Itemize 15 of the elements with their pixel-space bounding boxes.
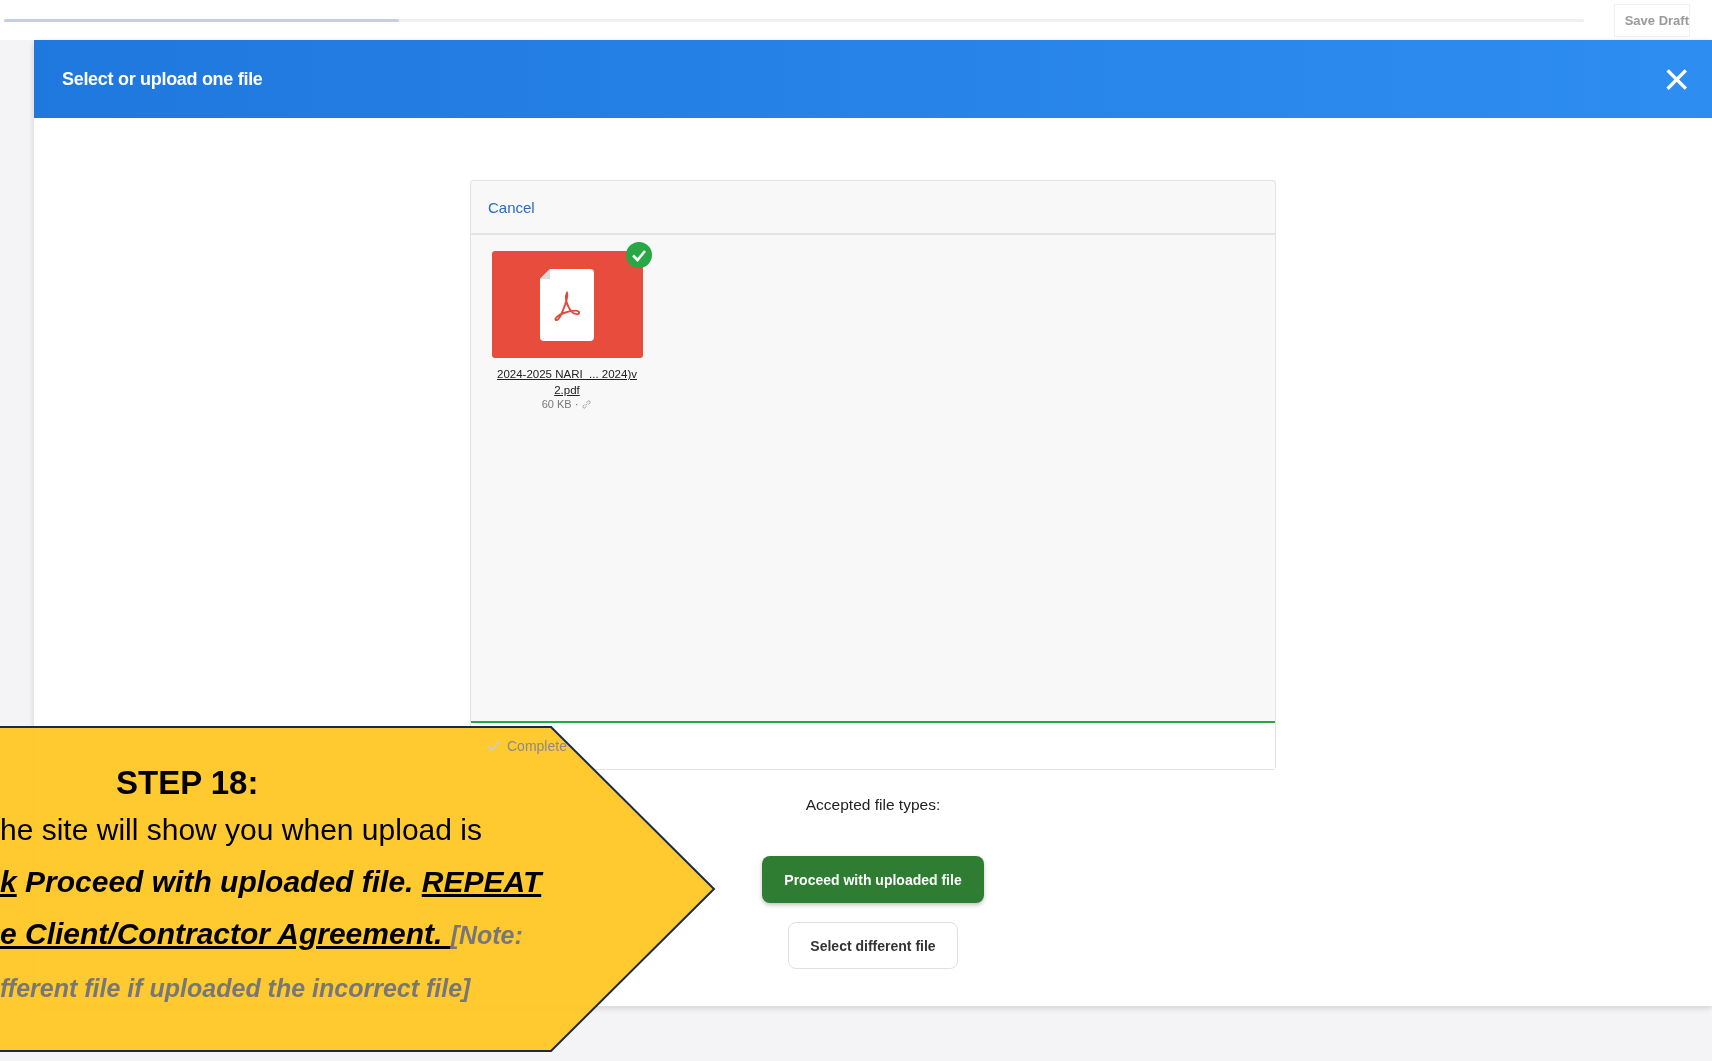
file-name-link[interactable]: 2024-2025 NARI_... 2024)v 2.pdf xyxy=(491,366,643,398)
file-size: 60 KB · xyxy=(541,398,579,410)
proceed-button[interactable]: Proceed with uploaded file xyxy=(762,856,984,903)
callout-text: he site will show you when upload is k Proceed with uploaded file. REPEAT e Client/Contractor Agreement. [Note: fferent file if uploaded the incorrect file] xyxy=(0,812,542,1004)
pdf-thumbnail[interactable] xyxy=(491,251,643,358)
callout-heading: STEP 18: xyxy=(116,764,259,802)
check-icon xyxy=(487,740,501,752)
close-button[interactable]: × xyxy=(1663,59,1690,99)
link-icon[interactable] xyxy=(581,398,593,410)
dialog-title: Select or upload one file xyxy=(62,68,263,90)
accepted-types-label: Accepted file types: xyxy=(805,796,941,814)
pdf-document-icon xyxy=(540,268,594,341)
select-file-button[interactable]: Select different file xyxy=(788,922,958,969)
upload-status: Complete xyxy=(507,738,567,754)
cancel-link[interactable]: Cancel xyxy=(488,198,535,216)
